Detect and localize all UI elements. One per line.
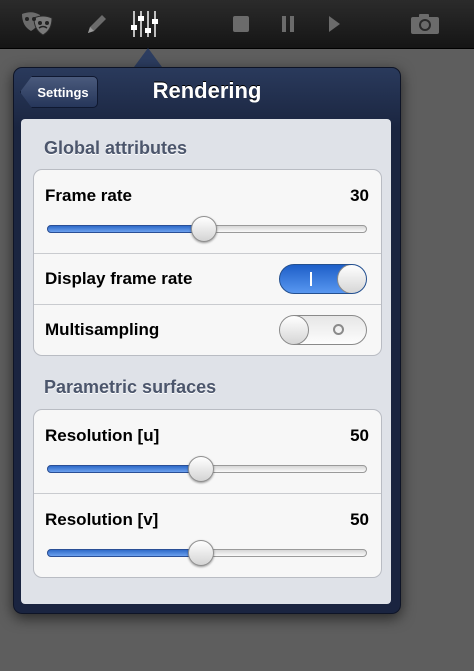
toggle-knob — [280, 316, 309, 344]
frame-rate-value: 30 — [350, 186, 369, 205]
frame-rate-slider[interactable] — [47, 216, 367, 242]
slider-thumb[interactable] — [188, 456, 214, 482]
top-toolbar — [0, 0, 474, 49]
section-header-global: Global attributes — [44, 138, 188, 158]
popover-title: Rendering — [152, 78, 262, 103]
sliders-icon[interactable] — [129, 8, 165, 40]
section-header-parametric: Parametric surfaces — [44, 377, 217, 397]
resolution-u-slider[interactable] — [47, 456, 367, 482]
theater-masks-icon[interactable] — [14, 8, 60, 40]
display-frame-rate-toggle[interactable] — [279, 264, 367, 294]
slider-fill — [47, 465, 201, 473]
toggle-on-mark — [310, 272, 312, 286]
slider-thumb[interactable] — [188, 540, 214, 566]
slider-thumb[interactable] — [191, 216, 217, 242]
resolution-v-label: Resolution [v] — [45, 510, 159, 529]
display-frame-rate-row: Display frame rate — [34, 253, 381, 304]
parametric-surfaces-group: Resolution [u] 50 Resolution [v] 50 — [33, 409, 382, 578]
slider-fill — [47, 549, 201, 557]
display-frame-rate-label: Display frame rate — [45, 269, 193, 288]
resolution-v-slider[interactable] — [47, 540, 367, 566]
frame-rate-row: Frame rate 30 — [34, 170, 381, 253]
pencil-icon[interactable] — [82, 8, 112, 40]
resolution-u-row: Resolution [u] 50 — [34, 410, 381, 493]
settings-content: Global attributes Frame rate 30 Display … — [21, 119, 391, 604]
pause-icon[interactable] — [276, 8, 300, 40]
slider-fill — [47, 225, 204, 233]
frame-rate-label: Frame rate — [45, 186, 132, 205]
resolution-u-label: Resolution [u] — [45, 426, 160, 445]
popover-arrow — [134, 48, 162, 67]
multisampling-toggle[interactable] — [279, 315, 367, 345]
play-icon[interactable] — [322, 8, 346, 40]
global-attributes-group: Frame rate 30 Display frame rate Multisa… — [33, 169, 382, 356]
toggle-knob — [337, 265, 366, 293]
multisampling-row: Multisampling — [34, 304, 381, 355]
toggle-off-mark — [333, 324, 344, 335]
stop-icon[interactable] — [229, 8, 253, 40]
resolution-u-value: 50 — [350, 426, 369, 445]
rendering-popover: Settings Rendering Global attributes Fra… — [13, 67, 401, 614]
multisampling-label: Multisampling — [45, 320, 160, 339]
camera-icon[interactable] — [408, 8, 442, 40]
resolution-v-row: Resolution [v] 50 — [34, 493, 381, 577]
resolution-v-value: 50 — [350, 510, 369, 529]
